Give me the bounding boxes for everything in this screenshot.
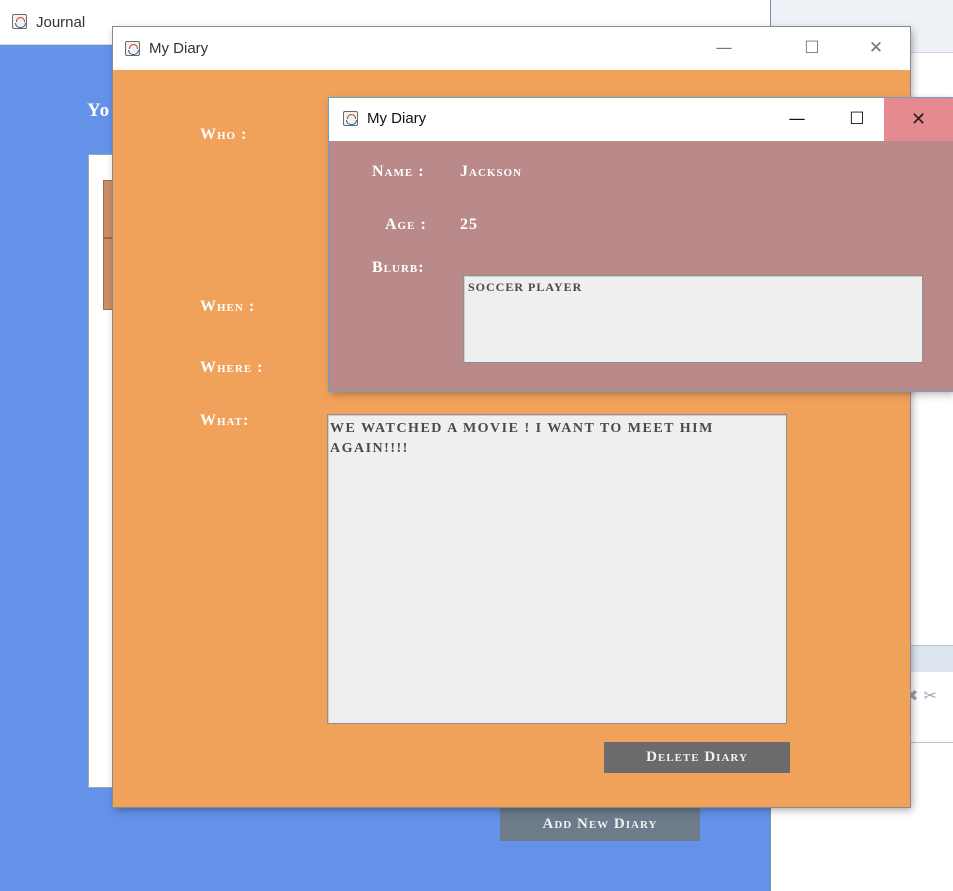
maximize-icon[interactable]: ☐	[837, 109, 877, 129]
name-label: Name :	[372, 163, 425, 180]
diary-titlebar[interactable]: My Diary — ☐ ✕	[113, 27, 910, 70]
diary-window-title: My Diary	[149, 40, 209, 57]
journal-heading: Yo	[87, 100, 111, 121]
what-textarea[interactable]: We watched a movie ! I want to meet him …	[327, 414, 787, 724]
age-label: Age :	[385, 216, 427, 233]
journal-window-title: Journal	[36, 14, 86, 31]
delete-diary-button[interactable]: Delete Diary	[604, 742, 790, 773]
background-app-toolbar	[905, 645, 953, 672]
profile-titlebar[interactable]: My Diary — ☐ ✕	[329, 98, 953, 141]
minimize-icon[interactable]: —	[704, 38, 744, 58]
add-new-diary-button[interactable]: Add New Diary	[500, 808, 700, 841]
blurb-textarea[interactable]: soccer player	[463, 275, 923, 363]
when-label: When :	[200, 298, 256, 315]
background-app-divider	[905, 742, 953, 743]
name-value: Jackson	[460, 163, 523, 180]
who-label: Who :	[200, 126, 248, 143]
java-app-icon	[343, 111, 358, 126]
maximize-icon[interactable]: ☐	[792, 38, 832, 58]
java-app-icon	[12, 14, 27, 29]
close-icon[interactable]: ✕	[856, 38, 896, 58]
what-label: What:	[200, 412, 250, 429]
age-value: 25	[460, 216, 478, 233]
profile-window-title: My Diary	[367, 110, 427, 127]
close-icon[interactable]: ✕	[884, 98, 953, 141]
blurb-label: Blurb:	[372, 259, 425, 276]
profile-window: My Diary — ☐ ✕ Name : Jackson Age : 25 B…	[329, 98, 953, 391]
minimize-icon[interactable]: —	[777, 109, 817, 129]
where-label: Where :	[200, 359, 264, 376]
java-app-icon	[125, 41, 140, 56]
